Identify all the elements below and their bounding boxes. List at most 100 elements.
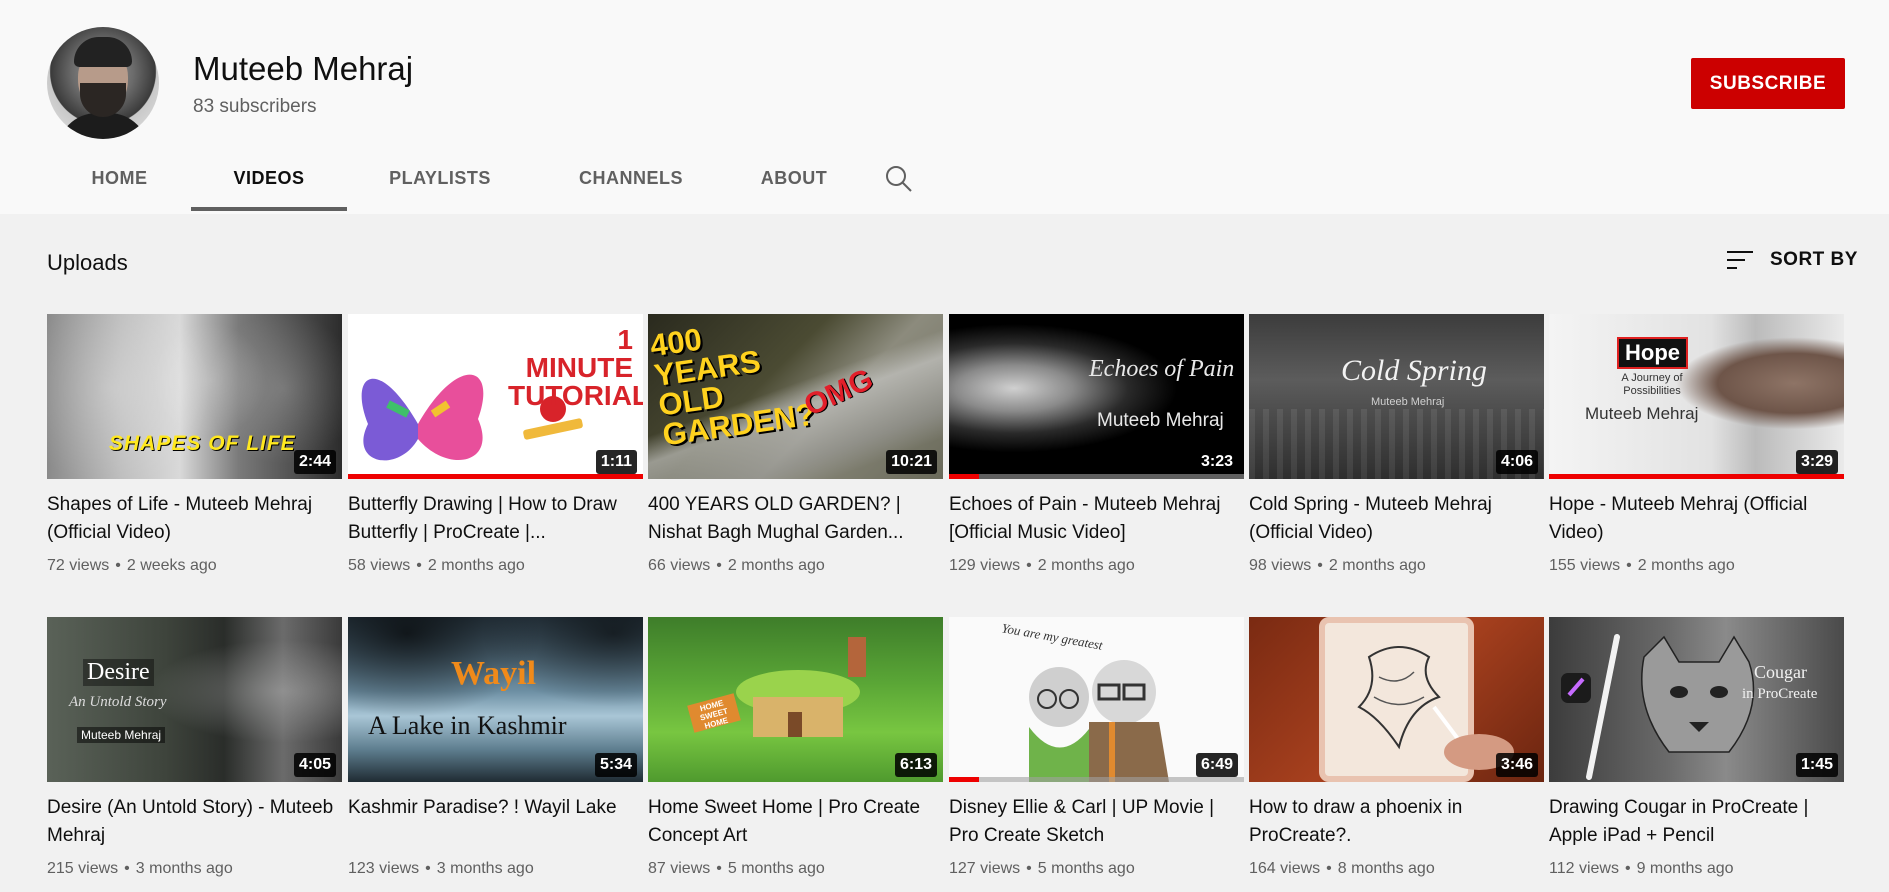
thumbnail-text: SHAPES OF LIFE <box>109 432 296 455</box>
thumbnail-text-secondary: in ProCreate <box>1742 686 1818 702</box>
subscriber-count: 83 subscribers <box>193 96 317 117</box>
thumbnail-text-tertiary: Muteeb Mehraj <box>1585 404 1699 423</box>
channel-tabs: HOME VIDEOS PLAYLISTS CHANNELS ABOUT <box>48 150 929 214</box>
video-meta: 123 views • 3 months ago <box>348 860 534 877</box>
video-title[interactable]: Home Sweet Home | Pro Create Concept Art <box>648 794 943 850</box>
view-count: 98 views <box>1249 557 1312 574</box>
upload-age: 2 months ago <box>427 557 525 574</box>
video-thumbnail[interactable]: Cougar in ProCreate 1:45 <box>1549 617 1844 782</box>
video-duration: 6:13 <box>894 753 937 777</box>
video-card[interactable]: Wayil A Lake in Kashmir 5:34 Kashmir Par… <box>348 617 643 878</box>
upload-age: 2 weeks ago <box>126 557 217 574</box>
thumbnail-text: 1 MINUTE TUTORIAL <box>508 324 643 411</box>
watch-progress <box>949 777 979 782</box>
upload-age: 2 months ago <box>1328 557 1426 574</box>
view-count: 72 views <box>47 557 110 574</box>
video-card[interactable]: 3:46 How to draw a phoenix in ProCreate?… <box>1249 617 1544 878</box>
video-card[interactable]: Cougar in ProCreate 1:45 Drawing Cougar … <box>1549 617 1844 878</box>
video-card[interactable]: SHAPES OF LIFE 2:44 Shapes of Life - Mut… <box>47 314 342 575</box>
video-title[interactable]: Desire (An Untold Story) - Muteeb Mehraj <box>47 794 342 850</box>
video-card[interactable]: You are my greatest 6:49 Disney Ellie & … <box>949 617 1244 878</box>
search-icon[interactable] <box>869 150 929 214</box>
video-meta: 164 views • 8 months ago <box>1249 860 1435 877</box>
video-card[interactable]: 1 MINUTE TUTORIAL 1:11 Butterfly Drawing… <box>348 314 643 575</box>
tab-about[interactable]: ABOUT <box>729 150 859 214</box>
watch-progress <box>1549 474 1844 479</box>
view-count: 66 views <box>648 557 711 574</box>
view-count: 112 views <box>1549 860 1619 877</box>
watch-progress <box>949 474 979 479</box>
thumbnail-text-secondary: A Lake in Kashmir <box>368 711 567 740</box>
channel-avatar[interactable] <box>47 27 159 139</box>
thumbnail-text: Echoes of Pain <box>1089 356 1235 382</box>
view-count: 123 views <box>348 860 420 877</box>
video-thumbnail[interactable]: Echoes of Pain Muteeb Mehraj 3:23 <box>949 314 1244 479</box>
thumbnail-text-secondary: Muteeb Mehraj <box>1371 396 1445 408</box>
video-title[interactable]: Cold Spring - Muteeb Mehraj (Official Vi… <box>1249 491 1544 547</box>
video-card[interactable]: HOME SWEET HOME 6:13 Home Sweet Home | P… <box>648 617 943 878</box>
video-title[interactable]: Echoes of Pain - Muteeb Mehraj [Official… <box>949 491 1244 547</box>
watch-progress <box>348 474 643 479</box>
video-title[interactable]: Shapes of Life - Muteeb Mehraj (Official… <box>47 491 342 547</box>
video-card[interactable]: 400 YEARS OLD GARDEN? OMG 10:21 400 YEAR… <box>648 314 943 575</box>
video-title[interactable]: Hope - Muteeb Mehraj (Official Video) <box>1549 491 1844 547</box>
video-card[interactable]: Desire An Untold Story Muteeb Mehraj 4:0… <box>47 617 342 878</box>
view-count: 215 views <box>47 860 119 877</box>
video-title[interactable]: Butterfly Drawing | How to Draw Butterfl… <box>348 491 643 547</box>
tab-videos[interactable]: VIDEOS <box>191 150 347 214</box>
view-count: 58 views <box>348 557 411 574</box>
video-duration: 5:34 <box>594 753 637 777</box>
sort-icon <box>1727 251 1753 269</box>
video-meta: 155 views • 2 months ago <box>1549 557 1735 574</box>
video-thumbnail[interactable]: SHAPES OF LIFE 2:44 <box>47 314 342 479</box>
upload-age: 3 months ago <box>436 860 534 877</box>
video-thumbnail[interactable]: Hope A Journey of Possibilities Muteeb M… <box>1549 314 1844 479</box>
video-title[interactable]: Drawing Cougar in ProCreate | Apple iPad… <box>1549 794 1844 850</box>
video-duration: 10:21 <box>886 450 937 474</box>
upload-age: 5 months ago <box>727 860 825 877</box>
tab-home[interactable]: HOME <box>48 150 191 214</box>
video-meta: 129 views • 2 months ago <box>949 557 1135 574</box>
thumbnail-text: Cold Spring <box>1341 354 1487 387</box>
video-meta: 127 views • 5 months ago <box>949 860 1135 877</box>
subscribe-button[interactable]: SUBSCRIBE <box>1691 58 1845 109</box>
video-duration: 3:29 <box>1795 450 1838 474</box>
video-duration: 3:46 <box>1495 753 1538 777</box>
video-thumbnail[interactable]: HOME SWEET HOME 6:13 <box>648 617 943 782</box>
video-thumbnail[interactable]: 3:46 <box>1249 617 1544 782</box>
video-meta: 58 views • 2 months ago <box>348 557 525 574</box>
video-duration: 2:44 <box>293 450 336 474</box>
video-card[interactable]: Cold Spring Muteeb Mehraj 4:06 Cold Spri… <box>1249 314 1544 575</box>
video-title[interactable]: Kashmir Paradise? ! Wayil Lake <box>348 794 643 850</box>
video-thumbnail[interactable]: 400 YEARS OLD GARDEN? OMG 10:21 <box>648 314 943 479</box>
video-meta: 72 views • 2 weeks ago <box>47 557 217 574</box>
video-meta: 66 views • 2 months ago <box>648 557 825 574</box>
video-title[interactable]: How to draw a phoenix in ProCreate?. <box>1249 794 1544 850</box>
thumbnail-text-secondary: A Journey of Possibilities <box>1621 372 1683 397</box>
upload-age: 3 months ago <box>135 860 233 877</box>
upload-age: 9 months ago <box>1636 860 1734 877</box>
view-count: 87 views <box>648 860 711 877</box>
video-thumbnail[interactable]: Desire An Untold Story Muteeb Mehraj 4:0… <box>47 617 342 782</box>
video-thumbnail[interactable]: You are my greatest 6:49 <box>949 617 1244 782</box>
video-duration: 3:23 <box>1195 450 1238 474</box>
video-meta: 98 views • 2 months ago <box>1249 557 1426 574</box>
video-card[interactable]: Hope A Journey of Possibilities Muteeb M… <box>1549 314 1844 575</box>
channel-header: Muteeb Mehraj 83 subscribers SUBSCRIBE H… <box>0 0 1889 214</box>
video-thumbnail[interactable]: Wayil A Lake in Kashmir 5:34 <box>348 617 643 782</box>
tab-channels[interactable]: CHANNELS <box>533 150 729 214</box>
video-title[interactable]: Disney Ellie & Carl | UP Movie | Pro Cre… <box>949 794 1244 850</box>
video-thumbnail[interactable]: 1 MINUTE TUTORIAL 1:11 <box>348 314 643 479</box>
video-card[interactable]: Echoes of Pain Muteeb Mehraj 3:23 Echoes… <box>949 314 1244 575</box>
view-count: 164 views <box>1249 860 1321 877</box>
video-duration: 4:05 <box>293 753 336 777</box>
video-thumbnail[interactable]: Cold Spring Muteeb Mehraj 4:06 <box>1249 314 1544 479</box>
upload-age: 2 months ago <box>1637 557 1735 574</box>
video-meta: 112 views • 9 months ago <box>1549 860 1734 877</box>
video-duration: 4:06 <box>1495 450 1538 474</box>
video-title[interactable]: 400 YEARS OLD GARDEN? | Nishat Bagh Mugh… <box>648 491 943 547</box>
upload-age: 5 months ago <box>1037 860 1135 877</box>
view-count: 155 views <box>1549 557 1621 574</box>
tab-playlists[interactable]: PLAYLISTS <box>347 150 533 214</box>
sort-by-button[interactable]: SORT BY <box>1726 249 1858 271</box>
